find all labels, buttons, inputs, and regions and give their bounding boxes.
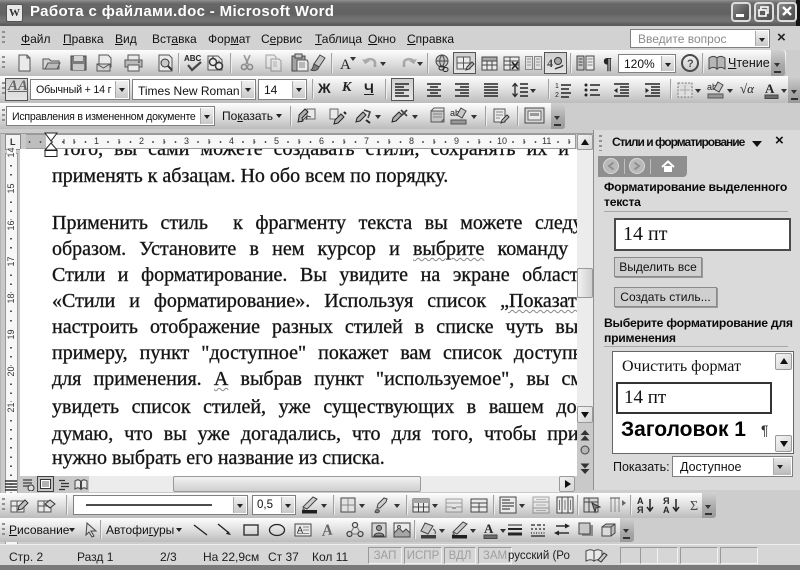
svg-text:2: 2	[555, 92, 559, 99]
svg-text:ABC: ABC	[184, 54, 202, 63]
svg-text:4: 4	[547, 56, 553, 70]
svg-text:Σ: Σ	[690, 499, 698, 514]
svg-text:A: A	[340, 57, 351, 73]
svg-text:1: 1	[555, 83, 559, 90]
svg-text:¶: ¶	[603, 54, 612, 73]
svg-text:A: A	[484, 521, 494, 536]
svg-text:A: A	[765, 81, 775, 96]
svg-text:А: А	[663, 505, 670, 515]
svg-text:A: A	[320, 522, 334, 540]
svg-text:?: ?	[687, 58, 694, 70]
svg-text:Я: Я	[637, 505, 643, 515]
